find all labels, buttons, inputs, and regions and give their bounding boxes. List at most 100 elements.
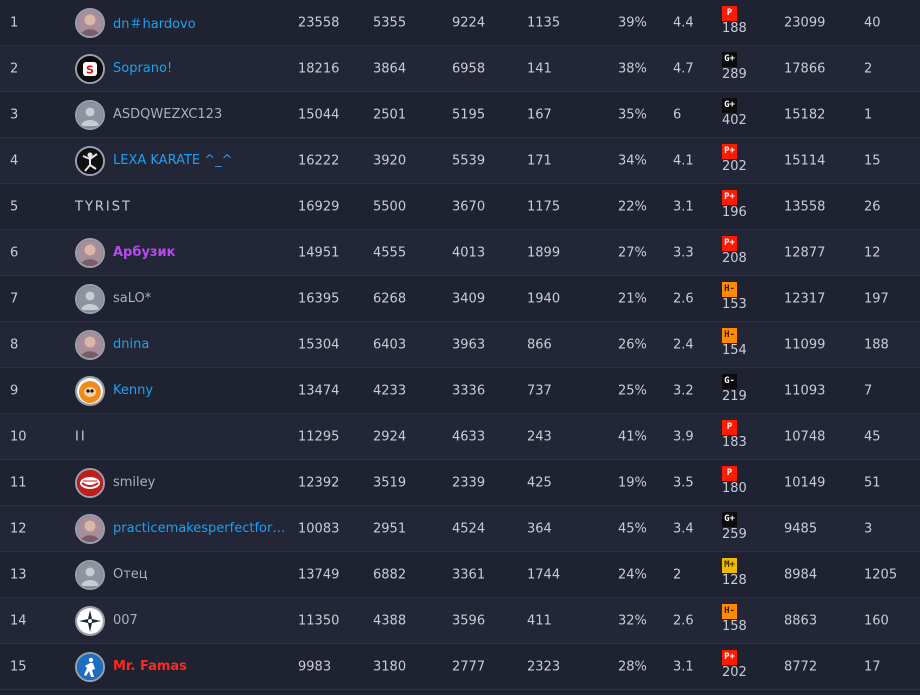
stat-value-3: 5539 (452, 153, 486, 168)
table-row[interactable]: 1 dn＃hardovo 23558 5355 9224 1135 39% 4.4 P 188 23… (0, 0, 920, 46)
stat-value-1: 11350 (298, 613, 340, 628)
stat-value-3: 4524 (452, 521, 486, 536)
player-name-link[interactable]: saLO* (113, 291, 151, 306)
player-cell[interactable]: ASDQWEZXC123 (75, 99, 222, 130)
stat-value-2: 2924 (373, 429, 407, 444)
rank-cell: 8 (10, 337, 19, 352)
stat-value-4: 1940 (527, 291, 561, 306)
stat-value-6: 26 (864, 199, 881, 214)
rating-cell: 3.9 (673, 429, 694, 444)
table-row[interactable]: 11 smiley 12392 3519 2339 425 19% 3.5 P 180 10149 5… (0, 460, 920, 506)
rank-badge-cell: P+ 208 (722, 234, 747, 266)
stat-value-5: 15114 (784, 153, 826, 168)
rank-badge-cell: P 188 (722, 4, 747, 36)
player-name-link[interactable]: LEXA KARATE ^_^ (113, 153, 233, 168)
rating-cell: 3.2 (673, 383, 694, 398)
rank-cell: 7 (10, 291, 19, 306)
rank-badge-cell: P 180 (722, 464, 747, 496)
player-cell[interactable]: dnina (75, 329, 149, 360)
photo-avatar[interactable] (75, 7, 105, 38)
stat-value-4: 411 (527, 613, 552, 628)
player-cell[interactable]: practicemakesperfectfor… (75, 513, 285, 544)
default-avatar[interactable] (75, 99, 105, 130)
rank-badge: P (722, 6, 737, 21)
photo-avatar[interactable] (75, 237, 105, 268)
stat-value-6: 17 (864, 659, 881, 674)
stat-value-6: 2 (864, 61, 873, 76)
stat-value-6: 3 (864, 521, 873, 536)
table-row[interactable]: 2 S Soprano! 18216 3864 6958 141 38% 4.7 G+ 289 178… (0, 46, 920, 92)
table-row[interactable]: 4 LEXA KARATE ^_^ 16222 3920 5539 171 34% 4.1 P+… (0, 138, 920, 184)
player-name-link[interactable]: Отец (113, 567, 148, 582)
rank-cell: 6 (10, 245, 19, 260)
stat-value-5: 11099 (784, 337, 826, 352)
player-name-link[interactable]: practicemakesperfectfor… (113, 521, 285, 536)
player-name-link[interactable]: dn＃hardovo (113, 13, 196, 32)
table-row[interactable]: 3 ASDQWEZXC123 15044 2501 5195 167 35% 6 G+ 402 15… (0, 92, 920, 138)
karate-avatar[interactable] (75, 145, 105, 176)
table-row[interactable]: 13 Отец 13749 6882 3361 1744 24% 2 M+ 128 8984 1205 (0, 552, 920, 598)
player-name-link[interactable]: ASDQWEZXC123 (113, 107, 222, 122)
compass-avatar[interactable] (75, 605, 105, 636)
table-row[interactable]: 14 007 11350 4388 3596 411 32% 2.6 H- 158 8863 160 (0, 598, 920, 644)
cs-logo-avatar[interactable] (75, 651, 105, 682)
table-row[interactable]: 12 practicemakesperfectfor… 10083 2951 4524 3… (0, 506, 920, 552)
stat-value-5: 23099 (784, 15, 826, 30)
stat-value-6: 7 (864, 383, 873, 398)
rank-badge: P+ (722, 650, 737, 665)
smiley-avatar[interactable] (75, 467, 105, 498)
rating-cell: 3.1 (673, 659, 694, 674)
photo-avatar[interactable] (75, 513, 105, 544)
stat-value-5: 12317 (784, 291, 826, 306)
rank-badge: G+ (722, 52, 737, 67)
rating-cell: 2.6 (673, 291, 694, 306)
s-logo-avatar[interactable]: S (75, 53, 105, 84)
player-cell[interactable]: 007 (75, 605, 138, 636)
table-row[interactable]: 8 dnina 15304 6403 3963 866 26% 2.4 H- 154 11099 18… (0, 322, 920, 368)
table-row[interactable]: 6 Арбузик 14951 4555 4013 1899 27% 3.3 P+ 208 1287… (0, 230, 920, 276)
rank-badge-cell: G+ 402 (722, 96, 747, 128)
player-cell[interactable]: TYRIST (75, 199, 132, 214)
player-cell[interactable]: Mr. Famas (75, 651, 187, 682)
player-name-link[interactable]: 007 (113, 613, 138, 628)
stat-value-3: 3361 (452, 567, 486, 582)
player-cell[interactable]: Арбузик (75, 237, 175, 268)
player-cell[interactable]: dn＃hardovo (75, 7, 196, 38)
table-row[interactable]: 9 Kenny 13474 4233 3336 737 25% 3.2 G- 219 11093 7 (0, 368, 920, 414)
rank-badge-cell: G+ 259 (722, 510, 747, 542)
player-name-link[interactable]: TYRIST (75, 199, 132, 214)
percent-cell: 39% (618, 15, 647, 30)
stat-value-2: 5355 (373, 15, 407, 30)
stat-value-2: 6882 (373, 567, 407, 582)
table-row[interactable]: 5 TYRIST 16929 5500 3670 1175 22% 3.1 P+ 196 13558… (0, 184, 920, 230)
player-cell[interactable]: saLO* (75, 283, 151, 314)
player-cell[interactable]: II (75, 429, 87, 444)
rank-cell: 9 (10, 383, 19, 398)
rating-cell: 3.4 (673, 521, 694, 536)
stat-value-4: 171 (527, 153, 552, 168)
rank-cell: 12 (10, 521, 27, 536)
default-avatar[interactable] (75, 559, 105, 590)
photo-avatar[interactable] (75, 329, 105, 360)
player-cell[interactable]: Kenny (75, 375, 153, 406)
player-cell[interactable]: S Soprano! (75, 53, 172, 84)
player-cell[interactable]: smiley (75, 467, 155, 498)
stat-value-1: 15044 (298, 107, 340, 122)
rank-cell: 15 (10, 659, 27, 674)
player-name-link[interactable]: II (75, 429, 87, 444)
kenny-avatar[interactable] (75, 375, 105, 406)
table-row[interactable]: 10 II 11295 2924 4633 243 41% 3.9 P 183 10748 45 (0, 414, 920, 460)
rank-badge: G- (722, 374, 737, 389)
player-cell[interactable]: Отец (75, 559, 148, 590)
player-name-link[interactable]: Kenny (113, 383, 153, 398)
player-name-link[interactable]: Soprano! (113, 61, 172, 76)
player-name-link[interactable]: dnina (113, 337, 149, 352)
default-avatar[interactable] (75, 283, 105, 314)
player-name-link[interactable]: Mr. Famas (113, 659, 187, 674)
player-name-link[interactable]: Арбузик (113, 245, 175, 260)
table-row[interactable]: 7 saLO* 16395 6268 3409 1940 21% 2.6 H- 153 12317 1… (0, 276, 920, 322)
player-name-link[interactable]: smiley (113, 475, 155, 490)
table-row[interactable]: 15 Mr. Famas 9983 3180 2777 2323 28% 3.1 P+ 202 87… (0, 644, 920, 690)
player-cell[interactable]: LEXA KARATE ^_^ (75, 145, 233, 176)
rank-cell: 2 (10, 61, 19, 76)
